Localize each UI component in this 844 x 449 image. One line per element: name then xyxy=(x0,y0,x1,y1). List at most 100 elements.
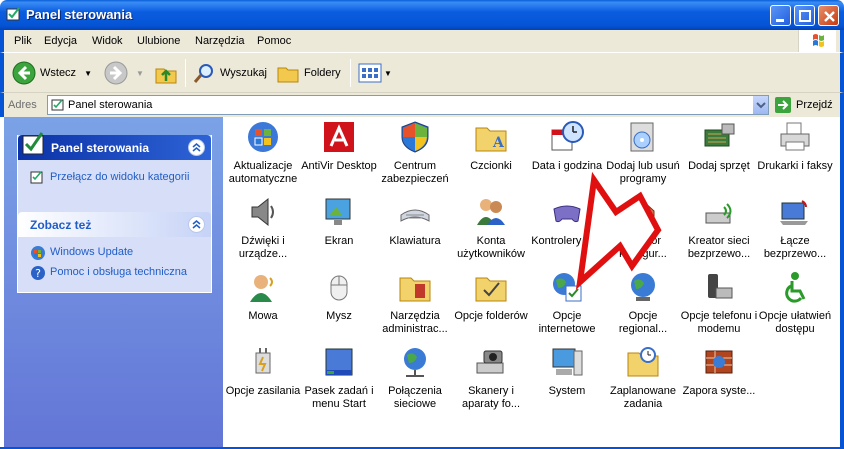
menu-plik[interactable]: Plik xyxy=(14,35,32,47)
item-label: Konta użytkowników xyxy=(457,235,525,260)
search-icon xyxy=(193,64,213,83)
item-label: Zaplanowane zadania xyxy=(609,385,677,410)
item-narzedzia-administracyjne[interactable]: Narzędzia administrac... xyxy=(376,270,454,336)
chevron-down-icon[interactable]: ▼ xyxy=(384,69,392,78)
item-klawiatura[interactable]: Klawiatura xyxy=(376,195,454,248)
folders-button[interactable]: Foldery xyxy=(276,59,341,87)
item-opcje-zasilania[interactable]: Opcje zasilania xyxy=(224,345,302,398)
item-label: Czcionki xyxy=(470,160,512,172)
item-label: Aktualizacje automatyczne xyxy=(228,160,298,185)
item-mowa[interactable]: Mowa xyxy=(224,270,302,323)
item-label: Kreator konfigur... xyxy=(619,235,667,260)
switch-category-view-link[interactable]: Przełącz do widoku kategorii xyxy=(18,168,211,200)
wireless-icon xyxy=(705,203,732,224)
close-button[interactable] xyxy=(818,5,839,26)
minimize-button[interactable] xyxy=(770,5,791,26)
panel-title: Panel sterowania xyxy=(51,141,150,155)
item-kreator-konfiguracji[interactable]: Kreator konfigur... xyxy=(604,195,682,261)
collapse-button[interactable] xyxy=(188,216,205,233)
item-kontrolery-gier[interactable]: Kontrolery gier xyxy=(528,195,606,248)
control-panel-items: Aktualizacje automatyczne AntiVir Deskto… xyxy=(223,117,840,449)
item-pasek-zadan[interactable]: Pasek zadań i menu Start xyxy=(300,345,378,411)
item-zaplanowane-zadania[interactable]: Zaplanowane zadania xyxy=(604,345,682,411)
control-panel-icon xyxy=(51,99,64,111)
menu-ulubione[interactable]: Ulubione xyxy=(137,35,180,47)
item-opcje-telefonu-modemu[interactable]: Opcje telefonu i modemu xyxy=(680,270,758,336)
search-label: Wyszukaj xyxy=(220,67,267,79)
item-skanery-aparaty[interactable]: Skanery i aparaty fo... xyxy=(452,345,530,411)
item-label: Narzędzia administrac... xyxy=(382,310,448,335)
chevron-down-icon[interactable]: ▼ xyxy=(136,69,144,78)
item-dodaj-usun-programy[interactable]: Dodaj lub usuń programy xyxy=(604,120,682,186)
item-label: System xyxy=(548,385,586,397)
item-centrum-zabezpieczen[interactable]: Centrum zabezpieczeń xyxy=(376,120,454,186)
window-title: Panel sterowania xyxy=(26,7,133,22)
item-label: Kreator sieci bezprzewo... xyxy=(687,235,751,260)
security-shield-icon xyxy=(401,121,429,153)
item-label: Opcje folderów xyxy=(454,310,528,322)
item-label: Opcje zasilania xyxy=(225,385,301,397)
item-antivir[interactable]: AntiVir Desktop xyxy=(300,120,378,173)
item-data-i-godzina[interactable]: Data i godzina xyxy=(528,120,606,173)
item-kreator-sieci-bezprzewodowej[interactable]: Kreator sieci bezprzewo... xyxy=(680,195,758,261)
title-bar[interactable]: Panel sterowania xyxy=(0,0,844,30)
item-opcje-folderow[interactable]: Opcje folderów xyxy=(452,270,530,323)
item-dzwieki[interactable]: Dźwięki i urządze... xyxy=(224,195,302,261)
item-ekran[interactable]: Ekran xyxy=(300,195,378,248)
item-drukarki-faksy[interactable]: Drukarki i faksy xyxy=(756,120,834,173)
admin-tools-icon xyxy=(399,277,431,302)
folders-label: Foldery xyxy=(304,67,341,79)
up-folder-button[interactable] xyxy=(154,59,178,87)
windows-update-icon xyxy=(248,122,278,152)
item-label: Opcje internetowe xyxy=(538,310,596,335)
mouse-icon xyxy=(330,275,348,301)
item-lacze-bezprzewodowe[interactable]: Łącze bezprzewo... xyxy=(756,195,834,261)
item-label: Centrum zabezpieczeń xyxy=(381,160,449,185)
menu-pomoc[interactable]: Pomoc xyxy=(257,35,291,47)
item-label: Opcje ułatwień dostępu xyxy=(758,310,832,335)
item-dodaj-sprzet[interactable]: Dodaj sprzęt xyxy=(680,120,758,173)
folders-icon xyxy=(277,67,299,83)
speech-icon xyxy=(250,275,273,302)
item-opcje-internetowe[interactable]: Opcje internetowe xyxy=(528,270,606,336)
item-system[interactable]: System xyxy=(528,345,606,398)
toolbar: Wstecz ▼ ▼ Wyszukaj Foldery ▼ xyxy=(0,52,844,92)
item-label: Dodaj lub usuń programy xyxy=(606,160,680,185)
item-konta-uzytkownikow[interactable]: Konta użytkowników xyxy=(452,195,530,261)
views-button[interactable]: ▼ xyxy=(358,59,392,87)
collapse-button[interactable] xyxy=(188,139,205,156)
go-arrow-icon xyxy=(775,97,791,113)
item-opcje-regionalne[interactable]: Opcje regional... xyxy=(604,270,682,336)
windows-update-link[interactable]: Windows Update xyxy=(18,243,211,263)
item-zapora-systemu[interactable]: Zapora syste... xyxy=(680,345,758,398)
back-button[interactable]: Wstecz ▼ xyxy=(12,59,92,87)
back-arrow-icon xyxy=(12,61,36,85)
item-czcionki[interactable]: A Czcionki xyxy=(452,120,530,173)
folder-options-icon xyxy=(475,277,507,302)
item-label: Mowa xyxy=(248,310,278,322)
item-aktualizacje[interactable]: Aktualizacje automatyczne xyxy=(224,120,302,186)
maximize-button[interactable] xyxy=(794,5,815,26)
help-support-link[interactable]: ? Pomoc i obsługa techniczna xyxy=(18,263,211,283)
address-dropdown-button[interactable] xyxy=(752,96,768,114)
item-label: Połączenia sieciowe xyxy=(388,385,442,410)
item-opcje-ulatwien-dostepu[interactable]: Opcje ułatwień dostępu xyxy=(756,270,834,336)
control-panel-box-header[interactable]: Panel sterowania xyxy=(18,132,211,160)
menu-narzedzia[interactable]: Narzędzia xyxy=(195,35,245,47)
address-input[interactable]: Panel sterowania xyxy=(47,95,769,115)
chevron-down-icon[interactable]: ▼ xyxy=(84,69,92,78)
chevron-up-icon xyxy=(192,220,201,229)
item-mysz[interactable]: Mysz xyxy=(300,270,378,323)
item-label: Klawiatura xyxy=(389,235,441,247)
control-panel-box: Panel sterowania Przełącz do widoku kate… xyxy=(17,132,212,220)
search-button[interactable]: Wyszukaj xyxy=(192,59,267,87)
item-polaczenia-sieciowe[interactable]: Połączenia sieciowe xyxy=(376,345,454,411)
item-label: Opcje telefonu i modemu xyxy=(680,310,758,335)
go-button[interactable]: Przejdź xyxy=(774,95,833,115)
menu-edycja[interactable]: Edycja xyxy=(44,35,77,47)
back-label: Wstecz xyxy=(40,67,77,79)
menu-widok[interactable]: Widok xyxy=(92,35,123,47)
forward-button[interactable]: ▼ xyxy=(104,59,144,87)
power-icon xyxy=(255,348,271,374)
see-also-header[interactable]: Zobacz też xyxy=(18,212,211,237)
